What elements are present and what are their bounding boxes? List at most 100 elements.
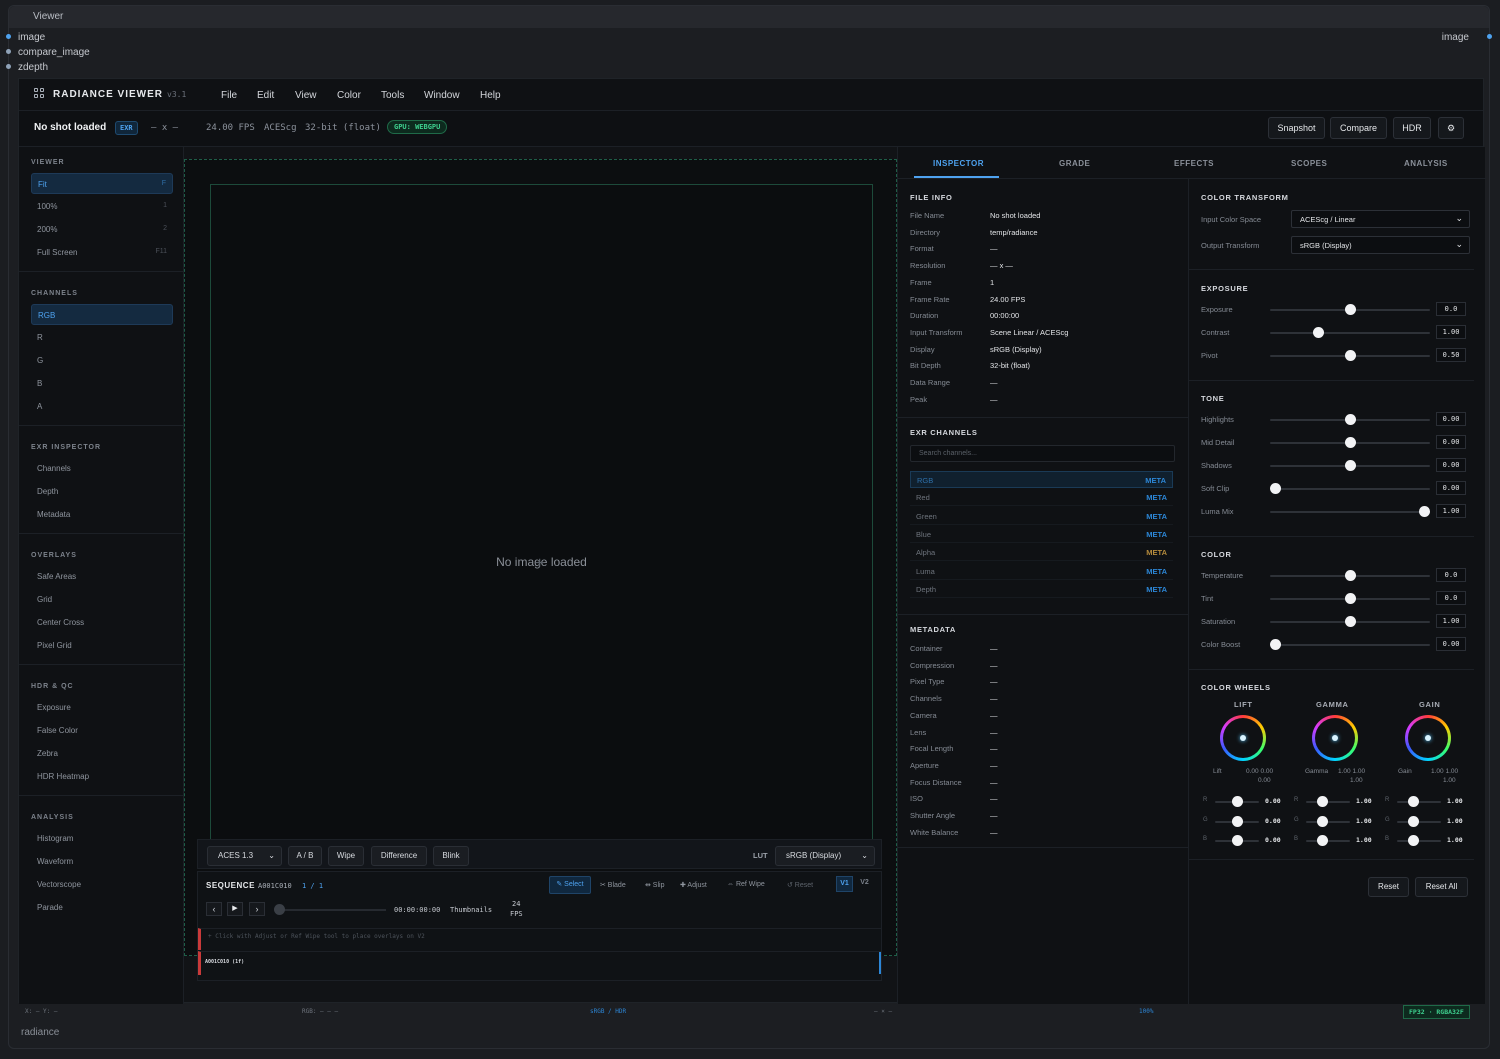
tab-analysis[interactable]: ANALYSIS: [1404, 159, 1448, 168]
exr-channel-row[interactable]: RGB META: [910, 471, 1173, 488]
wheel-slider-handle[interactable]: [1232, 815, 1243, 827]
tab-inspector[interactable]: INSPECTOR: [933, 159, 984, 168]
exposure-value[interactable]: 1.00: [1436, 325, 1466, 339]
input-port-compare[interactable]: [6, 49, 11, 54]
aces-select[interactable]: ACES 1.3 ⌄: [207, 846, 282, 866]
exr-metadata[interactable]: Metadata: [31, 504, 173, 525]
exr-channel-meta[interactable]: META: [1146, 567, 1167, 576]
analysis-parade[interactable]: Parade: [31, 897, 173, 918]
wheel-slider-handle[interactable]: [1408, 815, 1419, 827]
exr-channel-meta[interactable]: META: [1146, 493, 1167, 502]
channel-search-input[interactable]: Search channels...: [910, 445, 1175, 462]
overlay-safe-areas[interactable]: Safe Areas: [31, 566, 173, 587]
color-slider-handle[interactable]: [1269, 639, 1281, 650]
menu-window[interactable]: Window: [424, 90, 460, 101]
channel-g[interactable]: G: [31, 350, 173, 371]
tone-value[interactable]: 1.00: [1436, 504, 1466, 518]
video-track[interactable]: A001C010 (1f): [198, 951, 881, 975]
analysis-waveform[interactable]: Waveform: [31, 851, 173, 872]
tone-slider[interactable]: [1270, 506, 1430, 517]
overlay-pixel-grid[interactable]: Pixel Grid: [31, 635, 173, 656]
wheel-gain-slider[interactable]: [1397, 815, 1441, 827]
exposure-slider-handle[interactable]: [1345, 304, 1356, 315]
output-port-image[interactable]: [1487, 34, 1492, 39]
tone-value[interactable]: 0.00: [1436, 481, 1466, 495]
channel-b[interactable]: B: [31, 373, 173, 394]
lut-select[interactable]: sRGB (Display) ⌄: [775, 846, 875, 866]
difference-button[interactable]: Difference: [371, 846, 427, 866]
settings-gear-icon[interactable]: ⚙: [1438, 117, 1464, 139]
tone-slider-handle[interactable]: [1418, 506, 1430, 517]
color-value[interactable]: 0.0: [1436, 591, 1466, 605]
menu-file[interactable]: File: [221, 90, 237, 101]
wipe-button[interactable]: Wipe: [328, 846, 364, 866]
hdr-zebra[interactable]: Zebra: [31, 743, 173, 764]
wheel-gain-slider[interactable]: [1397, 835, 1441, 846]
tool-blade[interactable]: ✂ Blade: [600, 881, 626, 889]
tab-scopes[interactable]: SCOPES: [1291, 159, 1327, 168]
color-slider[interactable]: [1270, 593, 1430, 604]
tool-slip[interactable]: ⇹ Slip: [645, 881, 664, 889]
exr-channel-meta[interactable]: META: [1146, 548, 1167, 557]
node-title-bar[interactable]: Viewer: [9, 6, 1489, 28]
tone-value[interactable]: 0.00: [1436, 458, 1466, 472]
channel-a[interactable]: A: [31, 396, 173, 417]
exposure-slider-handle[interactable]: [1345, 350, 1356, 361]
output-transform-select[interactable]: sRGB (Display) ⌄: [1291, 236, 1470, 254]
scrub-track[interactable]: [276, 909, 386, 911]
color-slider-handle[interactable]: [1345, 593, 1356, 604]
playhead[interactable]: [879, 952, 881, 974]
viewer-fit[interactable]: Fit F: [31, 173, 173, 194]
track-v1[interactable]: V1: [836, 876, 853, 892]
wheel-gain-slider[interactable]: [1397, 796, 1441, 807]
prev-frame-icon[interactable]: ‹: [206, 902, 222, 916]
channel-rgb[interactable]: RGB: [31, 304, 173, 325]
compare-button[interactable]: Compare: [1330, 117, 1387, 139]
overlay-grid[interactable]: Grid: [31, 589, 173, 610]
exr-channels[interactable]: Channels: [31, 458, 173, 479]
tone-value[interactable]: 0.00: [1436, 412, 1466, 426]
channel-r[interactable]: R: [31, 327, 173, 348]
exposure-slider[interactable]: [1270, 350, 1430, 361]
color-value[interactable]: 1.00: [1436, 614, 1466, 628]
menu-view[interactable]: View: [295, 90, 317, 101]
input-port-zdepth[interactable]: [6, 64, 11, 69]
wheel-slider-handle[interactable]: [1408, 835, 1419, 846]
analysis-vectorscope[interactable]: Vectorscope: [31, 874, 173, 895]
exr-channel-row[interactable]: Depth META: [910, 581, 1173, 598]
tab-grade[interactable]: GRADE: [1059, 159, 1090, 168]
color-slider[interactable]: [1269, 639, 1430, 650]
tab-effects[interactable]: EFFECTS: [1174, 159, 1214, 168]
input-port-image[interactable]: [6, 34, 11, 39]
exr-channel-row[interactable]: Luma META: [910, 563, 1173, 580]
color-value[interactable]: 0.0: [1436, 568, 1466, 582]
ab-button[interactable]: A / B: [288, 846, 322, 866]
overlay-track[interactable]: + Click with Adjust or Ref Wipe tool to …: [198, 928, 881, 950]
viewer-100[interactable]: 100% 1: [31, 196, 173, 217]
next-frame-icon[interactable]: ›: [249, 902, 265, 916]
wheel-slider-handle[interactable]: [1232, 835, 1243, 846]
tone-slider[interactable]: [1270, 437, 1430, 448]
hdr-heatmap[interactable]: HDR Heatmap: [31, 766, 173, 787]
hdr-button[interactable]: HDR: [1393, 117, 1431, 139]
gamma-color-wheel-icon[interactable]: [1312, 715, 1358, 761]
color-value[interactable]: 0.00: [1436, 637, 1466, 651]
exposure-value[interactable]: 0.0: [1436, 302, 1466, 316]
tone-slider[interactable]: [1270, 460, 1430, 471]
tool-adjust[interactable]: ✚ Adjust: [680, 881, 707, 889]
tone-slider-handle[interactable]: [1345, 437, 1356, 448]
tone-slider[interactable]: [1270, 414, 1430, 425]
clip-label[interactable]: A001C010 (1f): [205, 959, 244, 965]
exposure-slider[interactable]: [1270, 304, 1430, 315]
color-slider[interactable]: [1270, 570, 1430, 581]
wheel-slider-handle[interactable]: [1317, 796, 1328, 807]
menu-help[interactable]: Help: [480, 90, 501, 101]
viewport[interactable]: No image loaded +: [184, 159, 897, 956]
exr-depth[interactable]: Depth: [31, 481, 173, 502]
wheel-slider-handle[interactable]: [1408, 796, 1419, 807]
color-slider[interactable]: [1270, 616, 1430, 627]
tool-select[interactable]: ✎ Select: [549, 876, 591, 894]
hdr-false-color[interactable]: False Color: [31, 720, 173, 741]
wheel-puck[interactable]: [1425, 735, 1431, 741]
tone-slider-handle[interactable]: [1345, 414, 1356, 425]
